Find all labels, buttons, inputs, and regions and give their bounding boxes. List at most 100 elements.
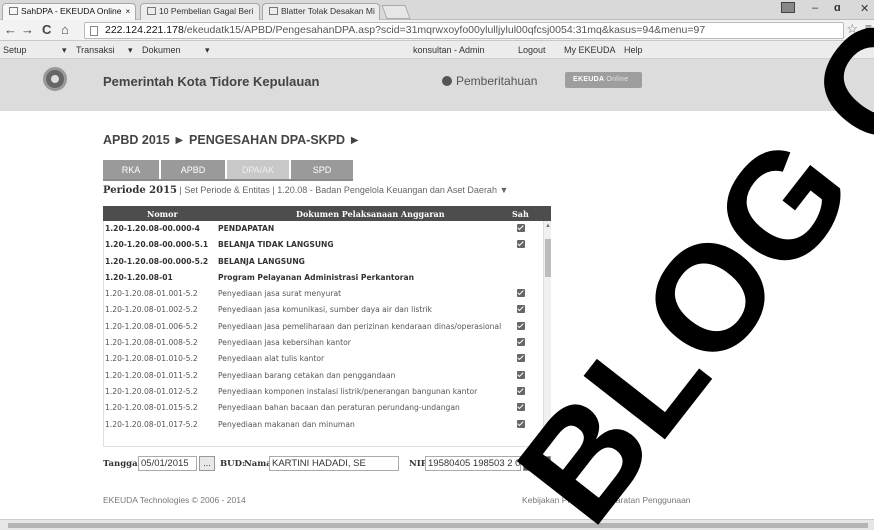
organization-name: Pemerintah Kota Tidore Kepulauan	[103, 74, 320, 89]
url-host: 222.124.221.178	[105, 24, 184, 36]
dropdown-icon: ▾	[128, 45, 133, 55]
menu-setup[interactable]: Setup	[3, 45, 27, 55]
footer-links[interactable]: Kebijakan Privasi | Persyaratan Pengguna…	[522, 495, 691, 505]
row-uraian: PENDAPATAN	[218, 224, 275, 233]
close-icon[interactable]: ×	[125, 7, 130, 16]
sah-checkbox[interactable]	[517, 321, 525, 330]
table-row[interactable]: 1.20-1.20.08-01.010-5.2 Penyediaan alat t…	[104, 351, 550, 367]
tanggal-input[interactable]: 05/01/2015	[138, 456, 197, 471]
table-row[interactable]: 1.20-1.20.08-01.006-5.2 Penyediaan jasa p…	[104, 319, 550, 335]
home-icon[interactable]: ⌂	[61, 23, 69, 36]
tab-title: 10 Pembelian Gagal Beri	[159, 6, 254, 16]
page-icon	[269, 7, 278, 15]
column-sah: Sah	[512, 209, 529, 219]
back-icon[interactable]: ←	[4, 23, 17, 36]
tab-apbd[interactable]: APBD	[161, 160, 225, 180]
user-label: konsultan - Admin	[413, 45, 485, 55]
close-window-icon[interactable]: ✕	[860, 2, 869, 15]
table-row[interactable]: 1.20-1.20.08-00.000-4 PENDAPATAN	[104, 221, 550, 237]
app-menubar: Setup ▾ Transaksi ▾ Dokumen ▾ konsultan …	[0, 41, 874, 59]
scrollbar-track[interactable]	[8, 523, 868, 528]
row-uraian: Penyediaan alat tulis kantor	[218, 354, 325, 364]
breadcrumb: APBD 2015 ► PENGESAHAN DPA-SKPD ►	[103, 133, 361, 147]
table-row[interactable]: 1.20-1.20.08-00.000-5.1 BELANJA TIDAK LAN…	[104, 237, 550, 253]
nama-label: Nama	[244, 459, 272, 469]
dpa-table: Nomor Dokumen Pelaksanaan Anggaran Sah 1…	[103, 206, 551, 447]
new-tab-button[interactable]	[381, 5, 411, 19]
tab-rka[interactable]: RKA	[103, 160, 159, 180]
table-row[interactable]: 1.20-1.20.08-01.008-5.2 Penyediaan jasa k…	[104, 335, 550, 351]
row-kode: 1.20-1.20.08-01.011-5.2	[105, 370, 198, 380]
horizontal-scrollbar[interactable]	[0, 519, 874, 530]
table-row[interactable]: 1.20-1.20.08-01.001-5.2 Penyediaan jasa s…	[104, 286, 550, 302]
sah-checkbox[interactable]	[517, 305, 525, 314]
bud-label: BUD:	[220, 459, 246, 469]
browser-tab-berita2[interactable]: Blatter Tolak Desakan Mi	[262, 3, 380, 20]
user-icon[interactable]	[781, 2, 795, 16]
browser-tab-berita1[interactable]: 10 Pembelian Gagal Beri	[140, 3, 260, 20]
bookmark-star-icon[interactable]: ☆	[846, 21, 858, 37]
column-dokumen: Dokumen Pelaksanaan Anggaran	[296, 209, 445, 219]
table-row[interactable]: 1.20-1.20.08-01.017-5.2 Penyediaan makana…	[104, 417, 550, 433]
app-header: Pemerintah Kota Tidore Kepulauan Pemberi…	[0, 59, 874, 111]
browser-tab-sahdpa[interactable]: SahDPA - EKEUDA Online ×	[2, 3, 136, 20]
row-kode: 1.20-1.20.08-01.008-5.2	[105, 338, 198, 348]
browser-tab-bar: SahDPA - EKEUDA Online × 10 Pembelian Gag…	[0, 0, 874, 20]
reload-icon[interactable]: C	[42, 23, 51, 36]
tab-spd[interactable]: SPD	[291, 160, 353, 180]
sah-checkbox[interactable]	[517, 224, 525, 232]
row-kode: 1.20-1.20.08-01.010-5.2	[105, 354, 198, 364]
address-bar[interactable]: 222.124.221.178/ekeudatk15/APBD/Pengesah…	[84, 22, 844, 39]
row-kode: 1.20-1.20.08-01.002-5.2	[105, 305, 198, 315]
minimize-icon[interactable]: –	[812, 2, 818, 14]
table-scrollbar[interactable]: ▲ ▼	[543, 221, 551, 447]
menu-dokumen[interactable]: Dokumen	[142, 45, 181, 55]
sah-checkbox[interactable]	[517, 419, 525, 428]
table-row[interactable]: 1.20-1.20.08-01.011-5.2 Penyediaan barang…	[104, 368, 550, 384]
sah-checkbox[interactable]	[517, 386, 525, 395]
scroll-up-icon[interactable]: ▲	[544, 223, 552, 229]
sah-checkbox[interactable]	[517, 240, 525, 249]
logout-link[interactable]: Logout	[518, 45, 546, 55]
restore-icon[interactable]: ɑ	[834, 2, 841, 14]
date-picker-button[interactable]: ...	[199, 456, 215, 471]
browser-toolbar: ← → C ⌂ 222.124.221.178/ekeudatk15/APBD/…	[0, 20, 874, 41]
row-uraian: Penyediaan barang cetakan dan penggandaa…	[218, 370, 396, 380]
table-row[interactable]: 1.20-1.20.08-01.012-5.2 Penyediaan kompon…	[104, 384, 550, 400]
government-seal-logo	[43, 67, 67, 91]
nip-input[interactable]: 19580405 198503 2 00	[425, 456, 521, 471]
nama-input[interactable]: KARTINI HADADI, SE	[269, 456, 399, 471]
row-uraian: BELANJA LANGSUNG	[218, 256, 305, 266]
acc-submit-button[interactable]: √ Acc	[523, 456, 551, 471]
scrollbar-thumb[interactable]	[545, 239, 551, 277]
help-link[interactable]: Help	[624, 45, 643, 55]
periode-label: Periode 2015	[103, 185, 178, 196]
tab-title: Blatter Tolak Desakan Mi	[281, 6, 375, 16]
ekeuda-online-badge: EKEUDA Online	[565, 72, 642, 88]
menu-transaksi[interactable]: Transaksi	[76, 45, 115, 55]
page-icon	[90, 26, 98, 36]
set-periode-entitas-link[interactable]: | Set Periode & Entitas | 1.20.08 - Bada…	[180, 185, 509, 195]
row-kode: 1.20-1.20.08-00.000-4	[105, 224, 200, 233]
forward-icon[interactable]: →	[21, 23, 34, 36]
table-row[interactable]: 1.20-1.20.08-01.015-5.2 Penyediaan bahan …	[104, 400, 550, 416]
announcement-link[interactable]: Pemberitahuan	[442, 74, 537, 88]
row-uraian: Penyediaan jasa pemeliharaan dan perizin…	[218, 321, 502, 331]
row-kode: 1.20-1.20.08-01.017-5.2	[105, 419, 198, 429]
tab-dpa-ak[interactable]: DPA/AK	[227, 160, 289, 180]
row-kode: 1.20-1.20.08-01.012-5.2	[105, 386, 198, 396]
scroll-down-icon[interactable]: ▼	[544, 437, 552, 443]
sah-checkbox[interactable]	[517, 289, 525, 298]
pengesahan-form: Tanggal 05/01/2015 ... BUD: Nama KARTINI…	[103, 456, 551, 472]
sah-checkbox[interactable]	[517, 354, 525, 363]
url-path: /ekeudatk15/APBD/PengesahanDPA.asp?scid=…	[183, 24, 706, 36]
table-row[interactable]: 1.20-1.20.08-01 Program Pelayanan Adminis…	[104, 270, 550, 286]
sah-checkbox[interactable]	[517, 370, 525, 379]
footer-copyright: EKEUDA Technologies © 2006 - 2014	[103, 495, 246, 505]
my-ekeuda-link[interactable]: My EKEUDA	[564, 45, 616, 55]
table-row[interactable]: 1.20-1.20.08-01.002-5.2 Penyediaan jasa k…	[104, 302, 550, 318]
browser-menu-icon[interactable]: ≡	[865, 21, 872, 35]
table-row[interactable]: 1.20-1.20.08-00.000-5.2 BELANJA LANGSUNG	[104, 254, 550, 270]
sah-checkbox[interactable]	[517, 403, 525, 412]
sah-checkbox[interactable]	[517, 338, 525, 347]
